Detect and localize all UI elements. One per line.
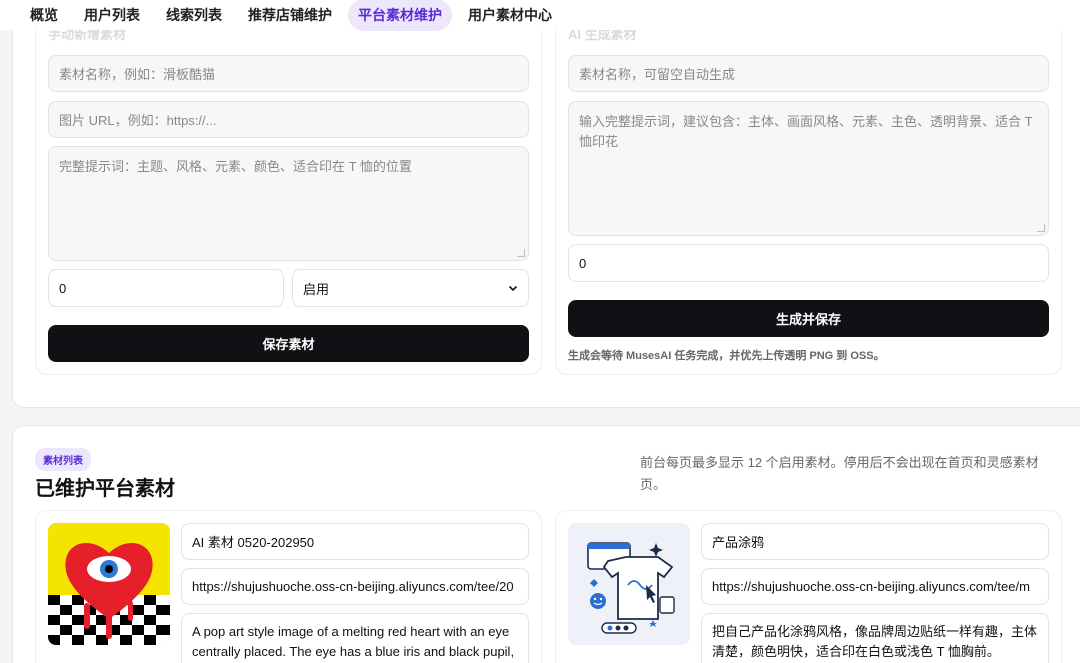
nav-tab-leads[interactable]: 线索列表 [156, 0, 232, 31]
nav-tab-recommended-shops[interactable]: 推荐店铺维护 [238, 0, 342, 31]
resize-handle-icon[interactable] [1037, 224, 1045, 232]
asset-list-tag: 素材列表 [35, 448, 91, 471]
asset-url-input[interactable]: https://shujushuoche.oss-cn-beijing.aliy… [701, 568, 1049, 605]
product-doodle-tshirt-image [568, 523, 690, 645]
ai-generate-hint: 生成会等待 MusesAI 任务完成，并优先上传透明 PNG 到 OSS。 [568, 350, 885, 362]
nav-tab-platform-assets[interactable]: 平台素材维护 [348, 0, 452, 31]
asset-list-description: 前台每页最多显示 12 个启用素材。停用后不会出现在首页和灵感素材页。 [640, 455, 1039, 492]
ai-prompt-textarea[interactable]: 输入完整提示词，建议包含：主体、画面风格、元素、主色、透明背景、适合 T 恤印花 [568, 101, 1049, 236]
manual-sort-input[interactable]: 0 [48, 269, 284, 307]
asset-prompt-textarea[interactable]: 把自己产品化涂鸦风格，像品牌周边贴纸一样有趣，主体清楚，颜色明快，适合印在白色或… [701, 613, 1049, 663]
nav-tab-overview[interactable]: 概览 [20, 0, 68, 31]
nav-tab-user-assets[interactable]: 用户素材中心 [458, 0, 562, 31]
manual-status-value: 启用 [303, 281, 330, 297]
manual-prompt-textarea[interactable]: 完整提示词：主题、风格、元素、颜色、适合印在 T 恤的位置 [48, 146, 529, 261]
manual-prompt-placeholder: 完整提示词：主题、风格、元素、颜色、适合印在 T 恤的位置 [59, 159, 412, 174]
asset-thumbnail[interactable] [48, 523, 170, 645]
asset-url-input[interactable]: https://shujushuoche.oss-cn-beijing.aliy… [181, 568, 529, 605]
generate-and-save-button[interactable]: 生成并保存 [568, 300, 1049, 337]
top-nav: 概览 用户列表 线索列表 推荐店铺维护 平台素材维护 用户素材中心 [0, 0, 1080, 31]
manual-status-select[interactable]: 启用 [292, 269, 529, 307]
nav-tab-users[interactable]: 用户列表 [74, 0, 150, 31]
melting-heart-eye-image [48, 523, 170, 645]
resize-handle-icon[interactable] [517, 249, 525, 257]
save-asset-button[interactable]: 保存素材 [48, 325, 529, 362]
asset-thumbnail[interactable] [568, 523, 690, 645]
asset-name-input[interactable]: 产品涂鸦 [701, 523, 1049, 560]
asset-name-input[interactable]: AI 素材 0520-202950 [181, 523, 529, 560]
ai-prompt-placeholder: 输入完整提示词，建议包含：主体、画面风格、元素、主色、透明背景、适合 T 恤印花 [579, 114, 1033, 149]
ai-name-input[interactable]: 素材名称，可留空自动生成 [568, 55, 1049, 92]
ai-sort-input[interactable]: 0 [568, 244, 1049, 282]
manual-name-input[interactable]: 素材名称，例如：滑板酷猫 [48, 55, 529, 92]
asset-list-title: 已维护平台素材 [35, 478, 175, 500]
manual-url-input[interactable]: 图片 URL，例如：https://... [48, 101, 529, 138]
chevron-down-icon [508, 285, 518, 292]
asset-prompt-textarea[interactable]: A pop art style image of a melting red h… [181, 613, 529, 663]
